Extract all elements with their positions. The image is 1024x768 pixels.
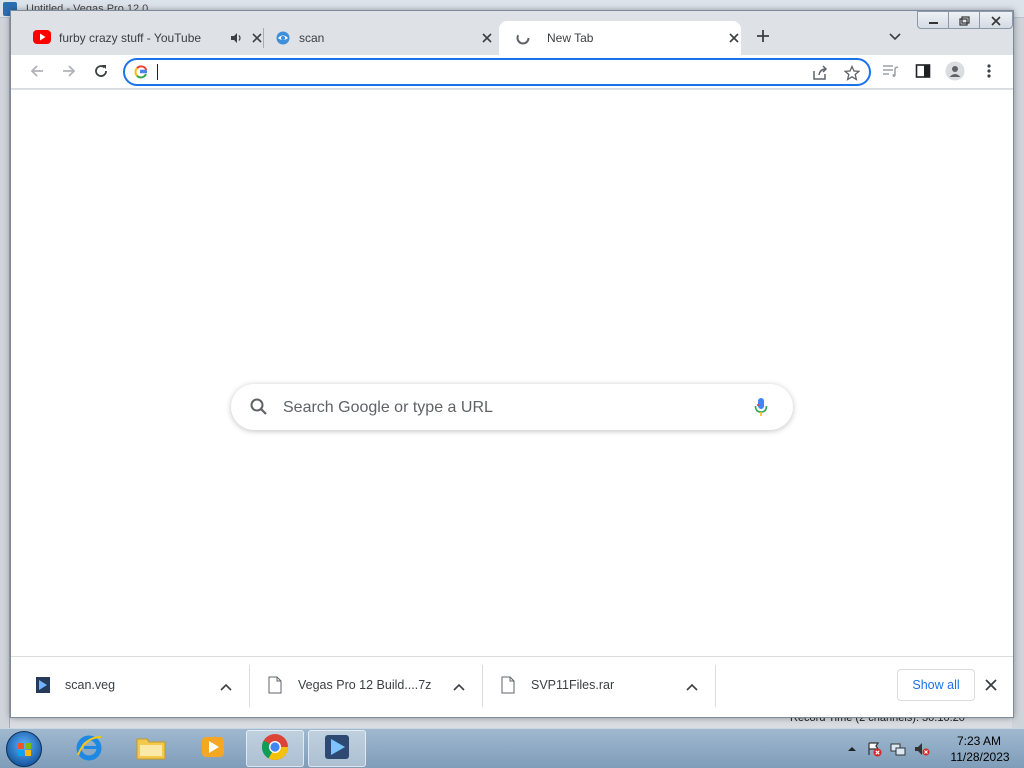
arrow-right-icon xyxy=(61,63,77,82)
google-icon xyxy=(134,65,148,82)
side-panel-icon xyxy=(915,63,931,82)
download-name: scan.veg xyxy=(65,678,116,692)
taskbar-chrome[interactable] xyxy=(246,730,304,767)
system-tray: 7:23 AM 11/28/2023 xyxy=(840,729,1024,768)
reload-button[interactable] xyxy=(87,58,115,86)
back-button[interactable] xyxy=(23,58,51,86)
side-panel-button[interactable] xyxy=(909,58,937,86)
show-hidden-icons-icon[interactable] xyxy=(846,741,862,757)
minimize-button[interactable] xyxy=(917,11,949,29)
loading-icon xyxy=(515,30,531,49)
vegas-icon xyxy=(323,733,351,764)
chevron-up-icon[interactable] xyxy=(217,678,235,696)
start-button[interactable] xyxy=(6,731,42,767)
web-icon xyxy=(275,30,291,49)
tab-search-button[interactable] xyxy=(883,25,907,49)
action-center-icon[interactable] xyxy=(866,741,882,757)
reload-icon xyxy=(93,63,109,82)
close-tab-icon[interactable] xyxy=(479,30,495,46)
address-bar[interactable] xyxy=(123,58,871,86)
show-all-downloads-button[interactable]: Show all xyxy=(897,669,975,701)
tab-divider xyxy=(263,28,264,48)
file-explorer-icon xyxy=(136,734,166,763)
download-item[interactable]: Vegas Pro 12 Build....7z xyxy=(248,664,480,708)
browser-toolbar xyxy=(11,55,1013,89)
windows-taskbar: 7:23 AM 11/28/2023 xyxy=(0,728,1024,768)
taskbar-file-explorer[interactable] xyxy=(122,730,180,767)
microphone-icon[interactable] xyxy=(753,396,769,421)
chevron-up-icon[interactable] xyxy=(450,678,468,696)
file-icon xyxy=(501,676,515,697)
more-vert-icon xyxy=(987,63,991,82)
new-tab-button[interactable] xyxy=(751,25,775,49)
chevron-up-icon[interactable] xyxy=(683,678,701,696)
avatar xyxy=(945,61,965,84)
text-caret xyxy=(157,64,158,80)
plus-icon xyxy=(756,29,770,46)
media-player-icon xyxy=(200,734,226,763)
taskbar-vegas[interactable] xyxy=(308,730,366,767)
media-control-icon xyxy=(882,63,900,82)
download-name: Vegas Pro 12 Build....7z xyxy=(298,678,432,692)
internet-explorer-icon xyxy=(75,733,103,764)
menu-button[interactable] xyxy=(975,58,1003,86)
taskbar-media-player[interactable] xyxy=(184,730,242,767)
volume-muted-icon[interactable] xyxy=(914,741,930,757)
reading-list-button[interactable] xyxy=(877,58,905,86)
clock-date[interactable]: 11/28/2023 xyxy=(940,750,1020,764)
download-shelf: scan.veg Vegas Pro 12 Build....7z SVP11F… xyxy=(11,656,1013,717)
search-icon xyxy=(249,397,269,420)
new-tab-page: Search Google or type a URL xyxy=(11,90,1013,656)
background-app-left-panel xyxy=(0,18,10,728)
minimize-icon xyxy=(929,22,938,24)
tab-title: New Tab xyxy=(547,31,594,45)
close-tab-icon[interactable] xyxy=(726,30,742,46)
download-item[interactable]: scan.veg xyxy=(15,664,247,708)
windows-logo-icon xyxy=(18,743,31,756)
file-icon xyxy=(268,676,282,697)
taskbar-internet-explorer[interactable] xyxy=(60,730,118,767)
tab-strip: furby crazy stuff - YouTube scan New Tab xyxy=(11,11,1013,55)
restore-icon xyxy=(959,16,970,26)
maximize-button[interactable] xyxy=(948,11,980,29)
download-divider xyxy=(715,665,716,707)
network-icon[interactable] xyxy=(890,741,906,757)
share-icon[interactable] xyxy=(809,62,831,84)
arrow-left-icon xyxy=(29,63,45,82)
youtube-icon xyxy=(33,30,51,47)
speaker-icon[interactable] xyxy=(229,31,243,48)
vegas-file-icon xyxy=(35,676,51,697)
close-window-button[interactable] xyxy=(979,11,1013,29)
profile-button[interactable] xyxy=(941,58,969,86)
search-placeholder: Search Google or type a URL xyxy=(283,399,493,416)
tab-title: scan xyxy=(299,31,325,45)
tab-title: furby crazy stuff - YouTube xyxy=(59,31,202,45)
close-icon xyxy=(991,16,1001,26)
forward-button[interactable] xyxy=(55,58,83,86)
tab-scan[interactable]: scan xyxy=(269,21,497,55)
chrome-icon xyxy=(260,732,290,765)
tab-new-tab[interactable]: New Tab xyxy=(499,21,741,55)
download-name: SVP11Files.rar xyxy=(531,678,615,692)
chevron-down-icon xyxy=(889,30,901,44)
bookmark-star-icon[interactable] xyxy=(841,62,863,84)
download-item[interactable]: SVP11Files.rar xyxy=(481,664,713,708)
tab-youtube[interactable]: furby crazy stuff - YouTube xyxy=(23,21,262,55)
clock-time[interactable]: 7:23 AM xyxy=(944,734,1014,748)
address-input[interactable] xyxy=(155,63,795,81)
browser-window: furby crazy stuff - YouTube scan New Tab… xyxy=(10,10,1014,718)
close-shelf-icon[interactable] xyxy=(981,675,1001,695)
google-search-box[interactable]: Search Google or type a URL xyxy=(231,384,793,430)
